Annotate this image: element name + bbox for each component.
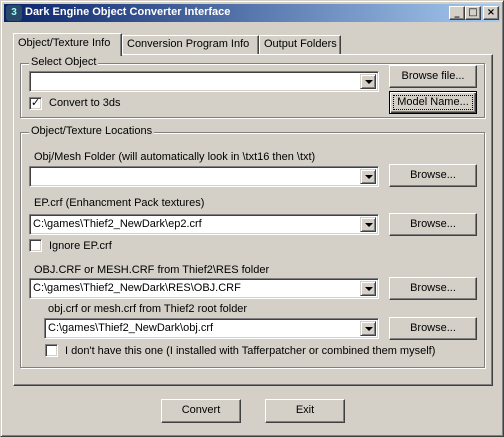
ep-crf-combo[interactable]: C:\games\Thief2_NewDark\ep2.crf (29, 214, 379, 235)
select-object-group-label: Select Object (29, 56, 99, 68)
chevron-down-icon[interactable] (360, 281, 376, 296)
dont-have-checkbox[interactable] (45, 344, 58, 357)
obj-mesh-folder-browse-button[interactable]: Browse... (389, 164, 477, 187)
close-button[interactable]: × (483, 6, 499, 20)
chevron-down-icon[interactable] (360, 217, 376, 232)
dont-have-label: I don't have this one (I installed with … (65, 345, 436, 357)
ep-crf-value: C:\games\Thief2_NewDark\ep2.crf (33, 218, 202, 230)
obj-crf-root-combo[interactable]: C:\games\Thief2_NewDark\obj.crf (44, 318, 379, 339)
tab-object-texture-info[interactable]: Object/Texture Info (13, 33, 122, 56)
minimize-button[interactable]: _ (449, 6, 465, 20)
ignore-ep-label: Ignore EP.crf (49, 240, 112, 252)
title-bar[interactable]: 3 Dark Engine Object Converter Interface… (4, 4, 500, 22)
tab-output-folders[interactable]: Output Folders (259, 35, 341, 55)
app-icon: 3 (6, 5, 22, 21)
tab-conversion-program-info[interactable]: Conversion Program Info (122, 35, 259, 55)
ignore-ep-checkbox[interactable] (29, 239, 42, 252)
convert-to-3ds-checkbox[interactable]: ✓ (29, 96, 42, 110)
chevron-down-icon[interactable] (360, 169, 376, 184)
model-name-button[interactable]: Model Name... (389, 91, 477, 114)
obj-crf-res-browse-button[interactable]: Browse... (389, 277, 477, 300)
convert-to-3ds-label: Convert to 3ds (49, 97, 121, 109)
obj-crf-res-value: C:\games\Thief2_NewDark\RES\OBJ.CRF (33, 282, 241, 294)
window-title: Dark Engine Object Converter Interface (25, 6, 231, 18)
obj-crf-root-label: obj.crf or mesh.crf from Thief2 root fol… (48, 303, 248, 315)
exit-button[interactable]: Exit (265, 399, 345, 423)
obj-crf-res-combo[interactable]: C:\games\Thief2_NewDark\RES\OBJ.CRF (29, 278, 379, 299)
obj-crf-res-label: OBJ.CRF or MESH.CRF from Thief2\RES fold… (34, 264, 270, 276)
main-window: 3 Dark Engine Object Converter Interface… (0, 0, 504, 437)
chevron-down-icon[interactable] (360, 321, 376, 336)
obj-crf-root-browse-button[interactable]: Browse... (389, 317, 477, 340)
select-object-combo[interactable] (29, 71, 379, 92)
ep-crf-label: EP.crf (Enhancment Pack textures) (34, 197, 205, 209)
locations-group-label: Object/Texture Locations (29, 125, 155, 137)
checkmark-icon: ✓ (31, 96, 41, 109)
browse-file-button[interactable]: Browse file... (389, 65, 477, 88)
obj-mesh-folder-combo[interactable] (29, 166, 379, 187)
chevron-down-icon[interactable] (360, 74, 376, 89)
convert-button[interactable]: Convert (161, 399, 241, 423)
obj-mesh-folder-label: Obj/Mesh Folder (will automatically look… (34, 151, 316, 163)
ep-crf-browse-button[interactable]: Browse... (389, 213, 477, 236)
obj-crf-root-value: C:\games\Thief2_NewDark\obj.crf (48, 322, 214, 334)
model-name-label: Model Name... (397, 96, 469, 108)
maximize-button[interactable]: □ (465, 6, 481, 20)
